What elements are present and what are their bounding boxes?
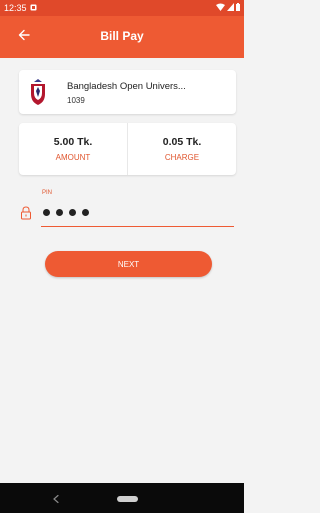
amount-section: 5.00 Tk. AMOUNT bbox=[19, 123, 127, 175]
amount-label: AMOUNT bbox=[55, 153, 91, 162]
university-crest-logo bbox=[29, 78, 47, 106]
next-button[interactable]: NEXT bbox=[45, 251, 212, 277]
nav-back-icon[interactable] bbox=[50, 492, 62, 504]
arrow-left-icon bbox=[18, 28, 30, 46]
wifi-icon bbox=[216, 3, 225, 13]
status-bar: 12:35 bbox=[0, 0, 244, 16]
payment-summary-card: 5.00 Tk. AMOUNT 0.05 Tk. CHARGE bbox=[19, 123, 236, 175]
battery-icon bbox=[236, 3, 240, 13]
charge-label: CHARGE bbox=[164, 153, 200, 162]
amount-value: 5.00 Tk. bbox=[53, 136, 93, 148]
merchant-code: 1039 bbox=[67, 96, 85, 105]
status-left: 12:35 bbox=[4, 3, 37, 13]
pin-label: PIN bbox=[42, 190, 53, 196]
status-time: 12:35 bbox=[4, 3, 27, 13]
lock-icon bbox=[20, 206, 32, 220]
back-button[interactable] bbox=[14, 27, 34, 47]
page-title: Bill Pay bbox=[100, 29, 144, 43]
merchant-card: Bangladesh Open Univers... 1039 bbox=[19, 70, 236, 114]
signal-icon bbox=[227, 3, 234, 13]
charge-section: 0.05 Tk. CHARGE bbox=[127, 123, 236, 175]
pin-dot bbox=[82, 208, 89, 216]
pin-dot bbox=[43, 208, 50, 216]
pin-input[interactable] bbox=[41, 200, 234, 227]
next-button-label: NEXT bbox=[117, 259, 140, 269]
merchant-name: Bangladesh Open Univers... bbox=[67, 81, 186, 92]
status-right bbox=[216, 3, 240, 13]
pin-dot bbox=[69, 208, 76, 216]
nav-home-pill[interactable] bbox=[117, 496, 138, 502]
notification-icon bbox=[30, 3, 37, 13]
app-bar: Bill Pay bbox=[0, 16, 244, 58]
system-nav-bar bbox=[0, 483, 244, 513]
pin-dot bbox=[56, 208, 63, 216]
charge-value: 0.05 Tk. bbox=[162, 136, 202, 148]
